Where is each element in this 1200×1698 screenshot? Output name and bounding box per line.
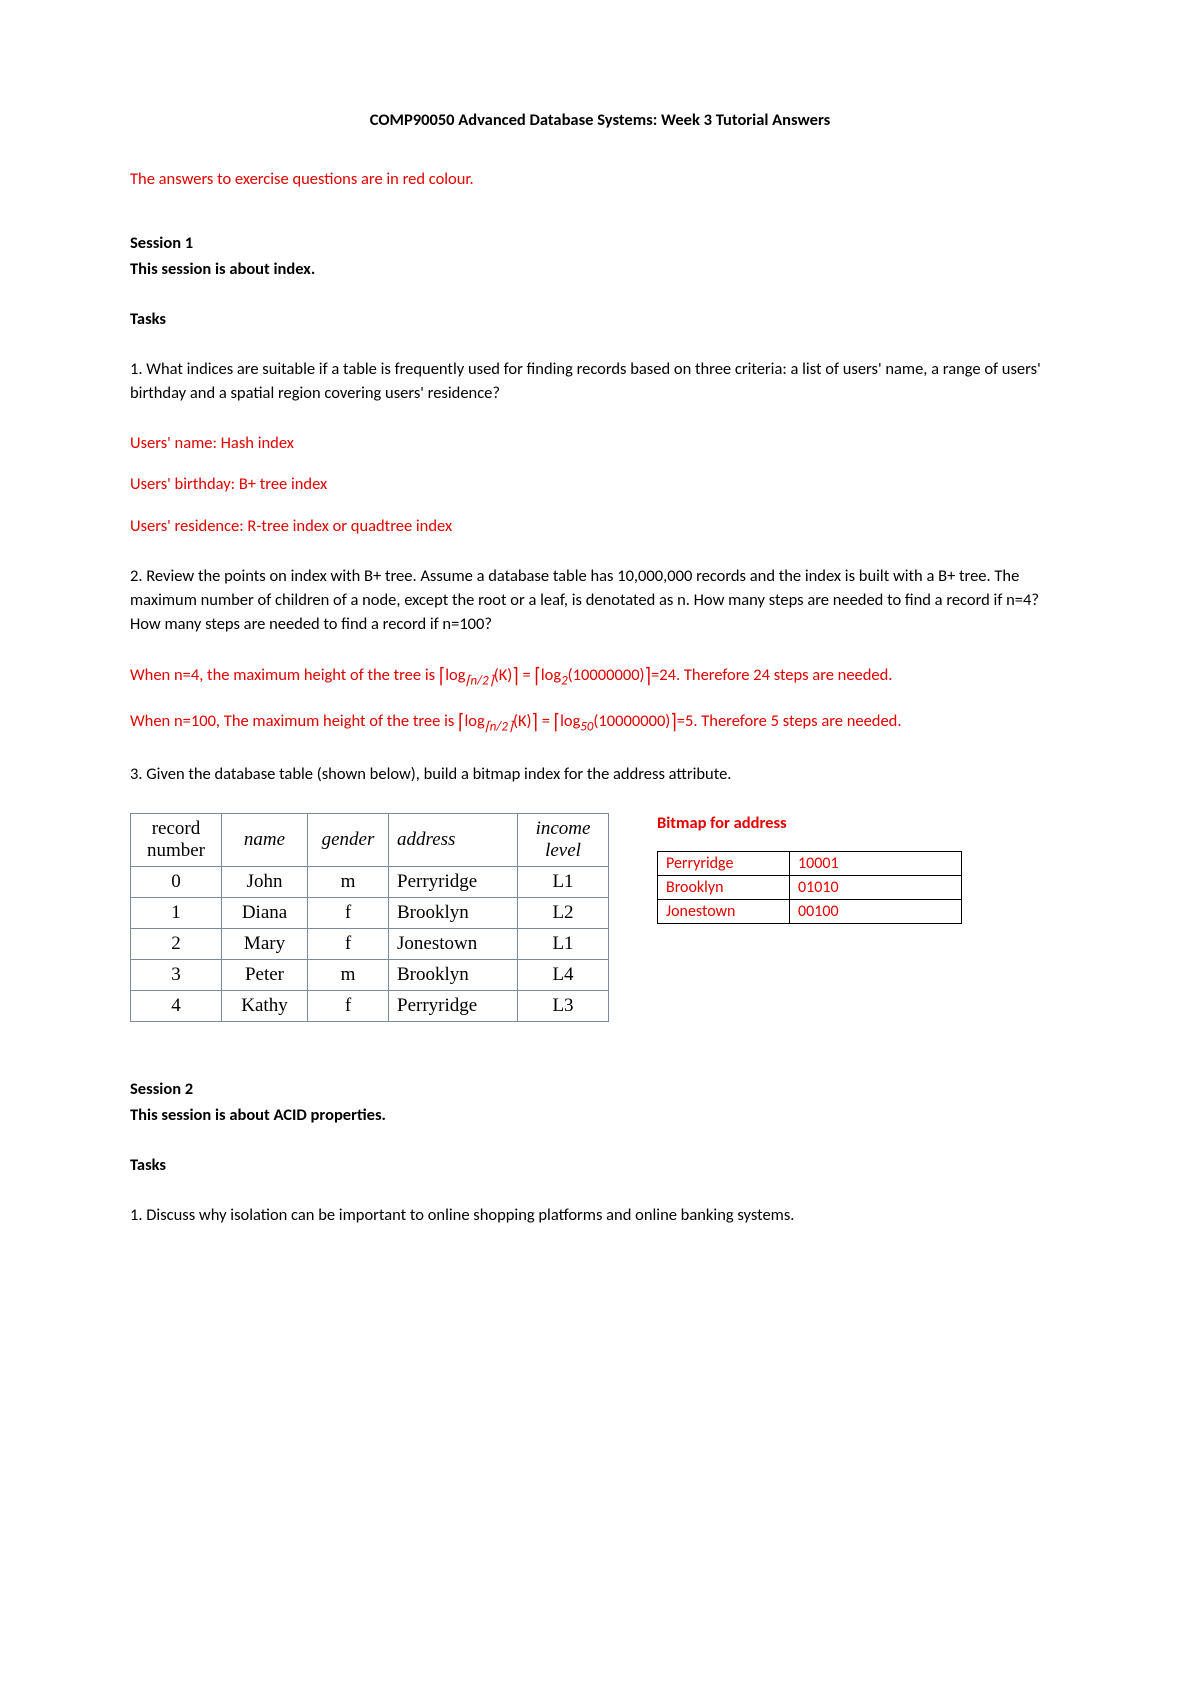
- bitmap-value: 01010: [790, 875, 962, 899]
- table-cell: 0: [131, 866, 222, 897]
- ceil-left-icon: ⌈: [554, 707, 560, 737]
- s2-q1-text: 1. Discuss why isolation can be importan…: [130, 1204, 1070, 1228]
- table-cell: f: [308, 928, 389, 959]
- table-cell: L1: [518, 866, 609, 897]
- ceil-right-icon: ⌉: [532, 707, 538, 737]
- q2a2-mid: =: [538, 711, 554, 731]
- table-cell: 3: [131, 959, 222, 990]
- log-text: log: [464, 711, 484, 731]
- q2a1-mid: =: [519, 665, 535, 685]
- table-cell: f: [308, 990, 389, 1021]
- table-cell: Kathy: [222, 990, 308, 1021]
- q1-answer-line3: Users' residence: R-tree index or quadtr…: [130, 515, 1070, 539]
- table-cell: Brooklyn: [389, 897, 518, 928]
- bitmap-key: Jonestown: [658, 899, 790, 923]
- table-cell: m: [308, 866, 389, 897]
- ceil-left-icon: ⌈: [534, 661, 540, 691]
- table-cell: John: [222, 866, 308, 897]
- log-text: log: [445, 665, 465, 685]
- q2a1-pre: When n=4, the maximum height of the tree…: [130, 665, 439, 685]
- q2a2-post: =5. Therefore 5 steps are needed.: [677, 711, 902, 731]
- table-row: 3PetermBrooklynL4: [131, 959, 609, 990]
- table-cell: 2: [131, 928, 222, 959]
- ceil-right-icon: ⌉: [645, 661, 651, 691]
- table-cell: Perryridge: [389, 866, 518, 897]
- bitmap-key: Perryridge: [658, 851, 790, 875]
- q2a1-post: =24. Therefore 24 steps are needed.: [651, 665, 892, 685]
- log-arg-4: (10000000): [593, 711, 670, 731]
- table-cell: Diana: [222, 897, 308, 928]
- bitmap-table: Perryridge10001Brooklyn01010Jonestown001…: [657, 851, 962, 924]
- page-title: COMP90050 Advanced Database Systems: Wee…: [130, 110, 1070, 130]
- log-arg-3: (K): [513, 711, 532, 731]
- document-page: COMP90050 Advanced Database Systems: Wee…: [0, 0, 1200, 1698]
- bitmap-title: Bitmap for address: [657, 813, 962, 833]
- log-arg-2: (10000000): [568, 665, 645, 685]
- tables-row: record number name gender address income…: [130, 813, 1070, 1022]
- table-cell: L2: [518, 897, 609, 928]
- log-text: log: [541, 665, 561, 685]
- th-name: name: [222, 813, 308, 866]
- table-cell: m: [308, 959, 389, 990]
- table-cell: Brooklyn: [389, 959, 518, 990]
- table-row: 0JohnmPerryridgeL1: [131, 866, 609, 897]
- q2-answer-line1: When n=4, the maximum height of the tree…: [130, 663, 1070, 691]
- ceil-left-icon: ⌈: [439, 661, 445, 691]
- ceil-left-icon: ⌈: [458, 707, 464, 737]
- log-text: log: [560, 711, 580, 731]
- log-arg-1: (K): [494, 665, 513, 685]
- q2a2-pre: When n=100, The maximum height of the tr…: [130, 711, 458, 731]
- th-address: address: [389, 813, 518, 866]
- q1-text: 1. What indices are suitable if a table …: [130, 358, 1070, 406]
- th-income: income level: [518, 813, 609, 866]
- q1-answer-line2: Users' birthday: B+ tree index: [130, 473, 1070, 497]
- bitmap-section: Bitmap for address Perryridge10001Brookl…: [657, 813, 962, 924]
- ceil-right-icon: ⌉: [670, 707, 676, 737]
- table-cell: 1: [131, 897, 222, 928]
- table-cell: Peter: [222, 959, 308, 990]
- bitmap-key: Brooklyn: [658, 875, 790, 899]
- table-cell: L3: [518, 990, 609, 1021]
- table-cell: f: [308, 897, 389, 928]
- th-record: record number: [131, 813, 222, 866]
- session2-heading: Session 2: [130, 1078, 1070, 1102]
- log-sub-3: ⌈n/2⌉: [485, 719, 513, 734]
- th-gender: gender: [308, 813, 389, 866]
- ceil-right-icon: ⌉: [512, 661, 518, 691]
- bitmap-value: 10001: [790, 851, 962, 875]
- records-table: record number name gender address income…: [130, 813, 609, 1022]
- session1-subheading: This session is about index.: [130, 258, 1070, 282]
- q1-answer-line1: Users' name: Hash index: [130, 432, 1070, 456]
- table-row: 1DianafBrooklynL2: [131, 897, 609, 928]
- tasks-label-1: Tasks: [130, 308, 1070, 332]
- bitmap-value: 00100: [790, 899, 962, 923]
- session2-subheading: This session is about ACID properties.: [130, 1104, 1070, 1128]
- table-cell: Jonestown: [389, 928, 518, 959]
- q2-text: 2. Review the points on index with B+ tr…: [130, 565, 1070, 637]
- q2-answer-line2: When n=100, The maximum height of the tr…: [130, 709, 1070, 737]
- table-row: Jonestown00100: [658, 899, 962, 923]
- table-cell: L1: [518, 928, 609, 959]
- table-header-row: record number name gender address income…: [131, 813, 609, 866]
- log-sub-1: ⌈n/2⌉: [466, 673, 494, 688]
- table-row: Brooklyn01010: [658, 875, 962, 899]
- intro-note: The answers to exercise questions are in…: [130, 168, 1070, 192]
- q3-text: 3. Given the database table (shown below…: [130, 763, 1070, 787]
- table-cell: Mary: [222, 928, 308, 959]
- log-sub-4: 50: [580, 719, 593, 734]
- table-row: 4KathyfPerryridgeL3: [131, 990, 609, 1021]
- table-row: Perryridge10001: [658, 851, 962, 875]
- table-cell: Perryridge: [389, 990, 518, 1021]
- table-cell: 4: [131, 990, 222, 1021]
- tasks-label-2: Tasks: [130, 1154, 1070, 1178]
- table-row: 2MaryfJonestownL1: [131, 928, 609, 959]
- session1-heading: Session 1: [130, 232, 1070, 256]
- table-cell: L4: [518, 959, 609, 990]
